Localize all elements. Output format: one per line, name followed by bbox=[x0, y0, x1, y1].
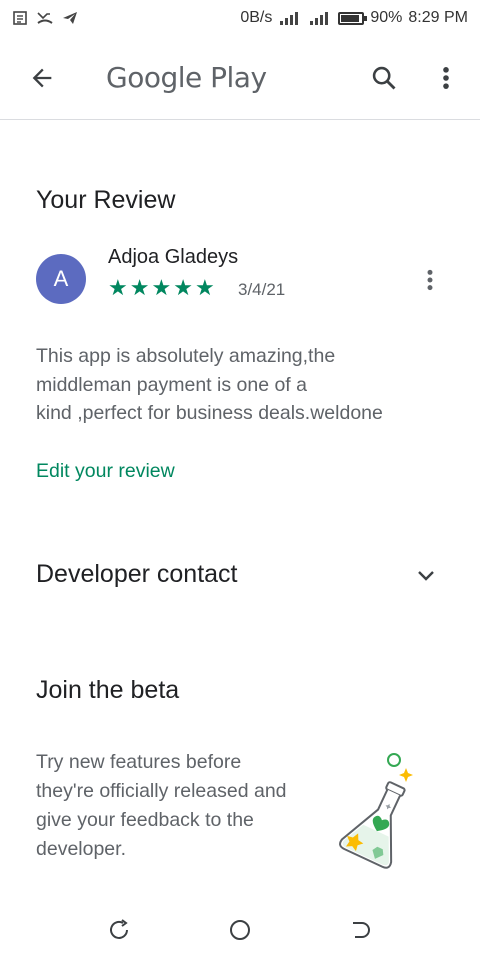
review-card: A Adjoa Gladeys ★ ★ ★ ★ ★ 3/4/21 bbox=[36, 246, 456, 316]
nav-back-icon bbox=[353, 922, 370, 938]
app-title: Google Play bbox=[106, 61, 267, 94]
status-left-icons bbox=[12, 10, 78, 26]
join-beta-description: Try new features before they're official… bbox=[36, 748, 326, 864]
reviewer-name: Adjoa Gladeys bbox=[108, 246, 239, 268]
join-beta-title: Join the beta bbox=[36, 676, 180, 704]
missed-call-icon bbox=[37, 12, 53, 24]
more-options-button[interactable] bbox=[422, 54, 470, 102]
beta-text-line: they're officially released and bbox=[36, 780, 287, 802]
review-text-line: middleman payment is one of a bbox=[36, 373, 307, 396]
system-nav-bar bbox=[0, 900, 480, 960]
signal-icon-2 bbox=[310, 12, 329, 25]
back-button[interactable] bbox=[18, 54, 66, 102]
network-speed: 0B/s bbox=[240, 9, 273, 26]
clock: 8:29 PM bbox=[408, 9, 468, 26]
star-icon: ★ bbox=[173, 275, 193, 300]
home-button[interactable] bbox=[216, 906, 264, 954]
beta-text-line: Try new features before bbox=[36, 751, 242, 773]
developer-contact-label: Developer contact bbox=[36, 560, 238, 588]
beta-text-line: give your feedback to the bbox=[36, 809, 254, 831]
developer-contact-row[interactable]: Developer contact bbox=[36, 556, 446, 596]
battery-icon bbox=[338, 11, 368, 25]
recents-button[interactable] bbox=[96, 906, 144, 954]
review-text-line: This app is absolutely amazing,the bbox=[36, 345, 336, 367]
star-icon: ★ bbox=[151, 275, 172, 300]
battery-fill bbox=[341, 14, 360, 22]
search-icon bbox=[372, 66, 396, 90]
star-icon: ★ bbox=[194, 275, 215, 300]
status-bar: 0B/s 90% 8:29 PM bbox=[0, 0, 480, 36]
star-icon: ★ bbox=[108, 275, 128, 300]
edit-review-link[interactable]: Edit your review bbox=[36, 460, 175, 483]
chevron-down-icon bbox=[418, 571, 434, 581]
more-vert-icon bbox=[443, 67, 449, 89]
search-button[interactable] bbox=[360, 54, 408, 102]
nav-back-button[interactable] bbox=[336, 906, 384, 954]
review-text: This app is absolutely amazing,the middl… bbox=[36, 342, 436, 428]
arrow-back-icon bbox=[32, 68, 52, 87]
signal-icon bbox=[280, 12, 299, 25]
beta-flask-illustration bbox=[339, 753, 413, 869]
star-icon: ★ bbox=[129, 275, 150, 300]
notification-icon bbox=[13, 11, 27, 25]
more-vert-icon bbox=[427, 269, 433, 291]
telegram-icon bbox=[63, 12, 77, 24]
battery-percent: 90% bbox=[370, 9, 403, 26]
status-right: 0B/s 90% 8:29 PM bbox=[240, 9, 468, 27]
app-bar: Google Play bbox=[0, 36, 480, 120]
recents-icon bbox=[110, 919, 128, 939]
your-review-title: Your Review bbox=[36, 186, 176, 214]
home-icon bbox=[230, 920, 250, 940]
star-rating: ★ ★ ★ ★ ★ bbox=[108, 274, 215, 302]
review-text-line: kind ,perfect for business deals.weldone bbox=[36, 402, 383, 424]
review-more-button[interactable] bbox=[416, 262, 444, 298]
review-date: 3/4/21 bbox=[238, 280, 286, 299]
beta-text-line: developer. bbox=[36, 838, 126, 860]
avatar: A bbox=[36, 254, 86, 304]
